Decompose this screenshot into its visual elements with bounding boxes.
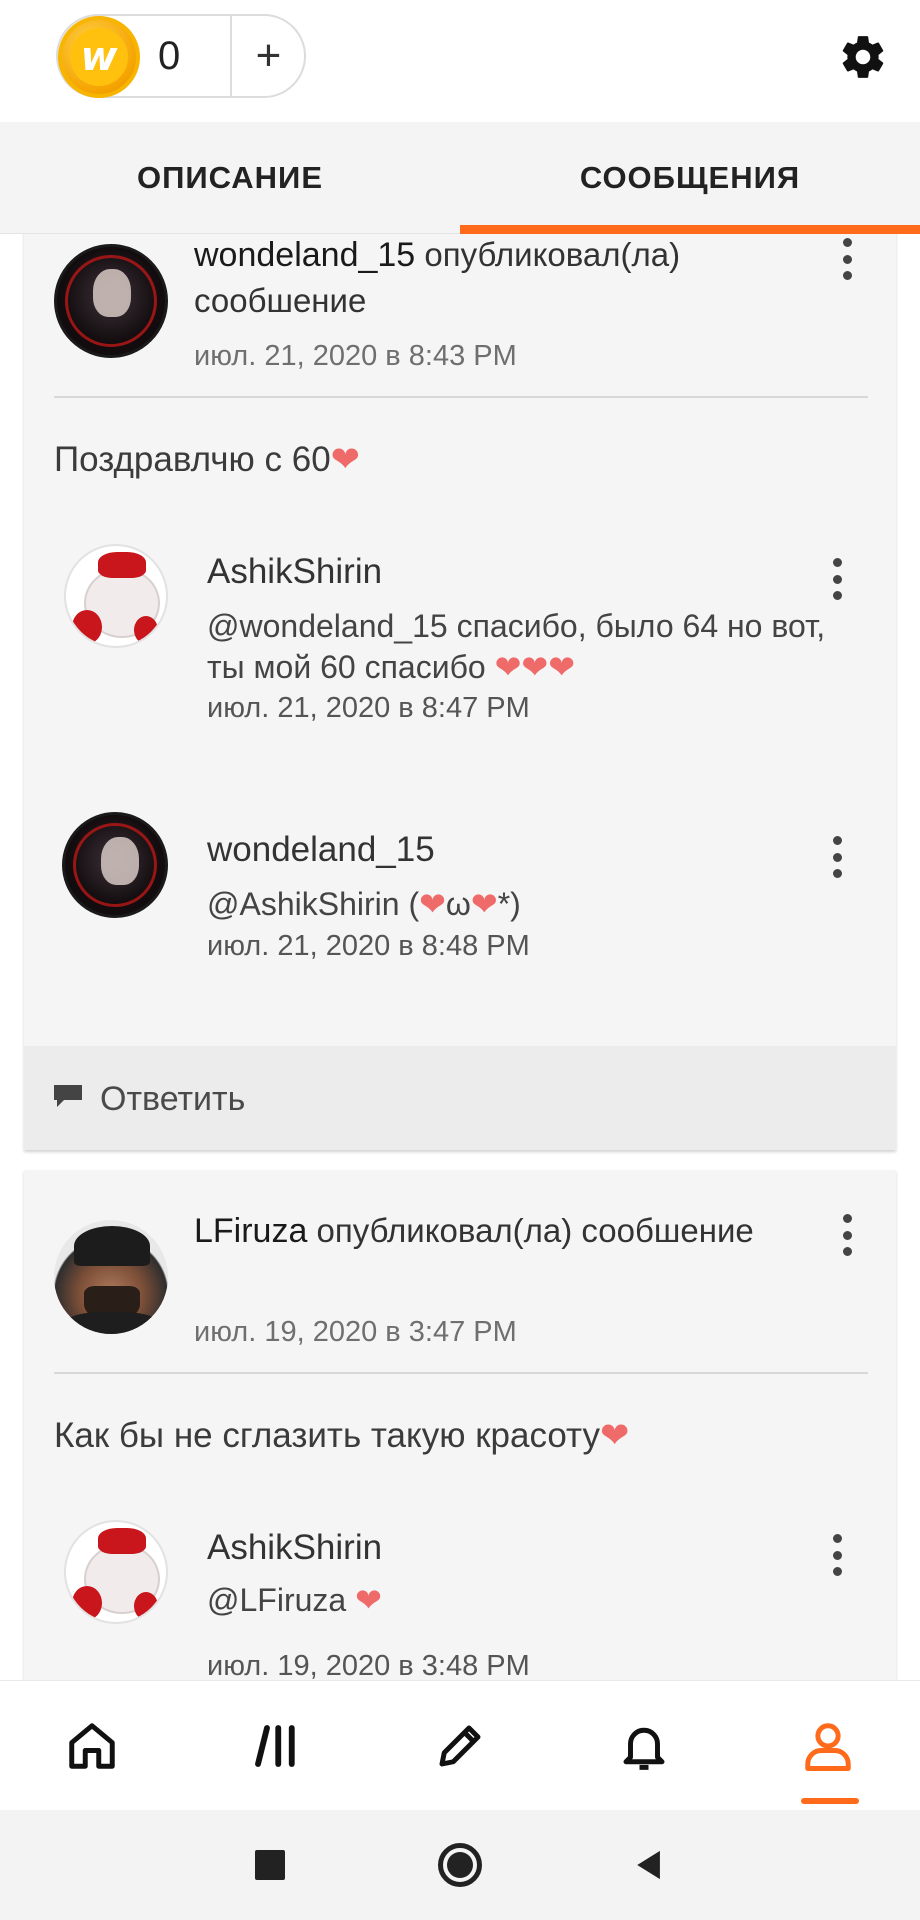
reply-author[interactable]: AshikShirin: [207, 1528, 382, 1568]
post-timestamp: июл. 19, 2020 в 3:47 PM: [194, 1316, 517, 1348]
post-body-text: Как бы не сглазить такую красоту: [54, 1416, 600, 1455]
reply-timestamp: июл. 21, 2020 в 8:47 PM: [207, 692, 530, 724]
library-icon[interactable]: [184, 1681, 368, 1811]
reply-author[interactable]: wondeland_15: [207, 830, 435, 870]
reply-label: Ответить: [100, 1080, 246, 1118]
reply-text: @wondeland_15 спасибо, было 64 но вот, т…: [207, 606, 847, 688]
active-tab-indicator: [460, 225, 920, 234]
post-action: опубликовал(ла) сообшение: [307, 1212, 754, 1249]
avatar[interactable]: [64, 544, 168, 648]
message-card: LFiruza опубликовал(ла) сообшение июл. 1…: [24, 1170, 896, 1680]
reply-text-part: @AshikShirin (: [207, 886, 420, 922]
divider: [54, 396, 868, 398]
more-options-icon[interactable]: [832, 234, 862, 284]
coin-icon: w: [58, 16, 140, 98]
tab-bar: ОПИСАНИЕ СООБЩЕНИЯ: [0, 122, 920, 234]
more-options-icon[interactable]: [822, 832, 852, 882]
reply-text-part: ω: [445, 886, 471, 922]
settings-gear-icon[interactable]: [838, 32, 888, 82]
post-author[interactable]: LFiruza: [194, 1212, 307, 1250]
avatar[interactable]: [54, 244, 168, 358]
reply-text: @LFiruza ❤: [207, 1580, 847, 1621]
home-circle-icon[interactable]: [430, 1810, 490, 1920]
profile-icon[interactable]: [736, 1681, 920, 1811]
reply-text: @AshikShirin (❤ω❤*): [207, 884, 847, 925]
back-icon[interactable]: [620, 1810, 680, 1920]
more-options-icon[interactable]: [822, 1530, 852, 1580]
write-icon[interactable]: [368, 1681, 552, 1811]
post-body: Поздравлчю с 60❤: [54, 440, 854, 480]
message-feed[interactable]: wondeland_15 опубликовал(ла) сообшение и…: [0, 234, 920, 1680]
post-author[interactable]: wondeland_15: [194, 236, 415, 274]
active-nav-indicator: [801, 1798, 859, 1804]
add-coins-button[interactable]: +: [233, 16, 304, 96]
divider: [54, 1372, 868, 1374]
heart-emoji: ❤: [419, 886, 446, 922]
system-navigation-bar: [0, 1810, 920, 1920]
heart-emoji: ❤: [355, 1582, 382, 1618]
heart-emoji: ❤: [470, 886, 498, 922]
page: w 0 + ОПИСАНИЕ СООБЩЕНИЯ wondeland_15 оп…: [0, 0, 920, 1920]
post-timestamp: июл. 21, 2020 в 8:43 PM: [194, 340, 517, 372]
reply-timestamp: июл. 21, 2020 в 8:48 PM: [207, 930, 530, 962]
tab-description[interactable]: ОПИСАНИЕ: [0, 122, 460, 234]
reply-button[interactable]: Ответить: [24, 1046, 896, 1150]
more-options-icon[interactable]: [822, 554, 852, 604]
reply-timestamp: июл. 19, 2020 в 3:48 PM: [207, 1650, 530, 1680]
coin-balance[interactable]: w 0 +: [56, 14, 306, 98]
heart-emoji: ❤: [599, 1416, 630, 1455]
comment-icon: [54, 1085, 82, 1107]
post-header: LFiruza опубликовал(ла) сообшение: [194, 1208, 794, 1254]
avatar[interactable]: [64, 1520, 168, 1624]
heart-emojis: ❤❤❤: [494, 649, 576, 685]
reply-text-body: @LFiruza: [207, 1582, 356, 1618]
post-header: wondeland_15 опубликовал(ла) сообшение: [194, 234, 794, 324]
post-body: Как бы не сглазить такую красоту❤: [54, 1416, 854, 1456]
reply-text-part: *): [497, 886, 521, 922]
avatar[interactable]: [62, 812, 168, 918]
recents-icon[interactable]: [240, 1810, 300, 1920]
heart-emoji: ❤: [330, 440, 360, 479]
bottom-navigation: [0, 1680, 920, 1810]
reply-author[interactable]: AshikShirin: [207, 552, 382, 592]
avatar[interactable]: [54, 1220, 168, 1334]
notifications-icon[interactable]: [552, 1681, 736, 1811]
message-card: wondeland_15 опубликовал(ла) сообшение и…: [24, 234, 896, 1150]
coin-divider: [230, 16, 232, 96]
home-icon[interactable]: [0, 1681, 184, 1811]
coin-count: 0: [158, 34, 181, 78]
post-body-text: Поздравлчю с 60: [54, 440, 331, 479]
tab-messages[interactable]: СООБЩЕНИЯ: [460, 122, 920, 234]
more-options-icon[interactable]: [832, 1210, 862, 1260]
top-bar: w 0 +: [0, 0, 920, 122]
